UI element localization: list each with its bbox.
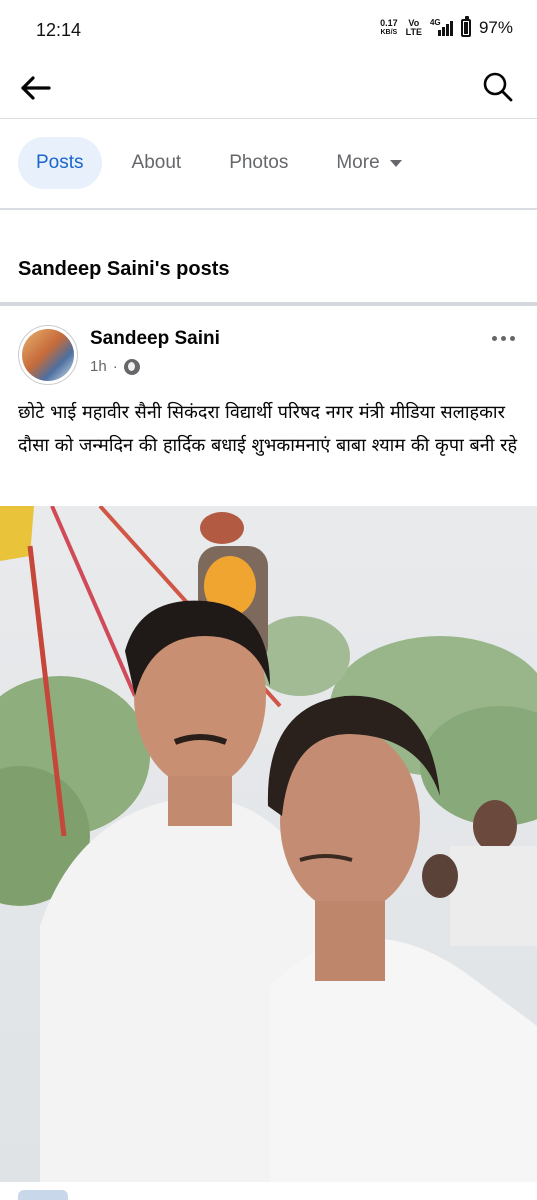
post-text: छोटे भाई महावीर सैनी सिकंदरा विद्यार्थी …: [18, 402, 518, 456]
tab-more[interactable]: More: [318, 137, 419, 189]
status-icons: 0.17 KB/S Vo LTE 4G 97%: [380, 16, 513, 38]
globe-icon: [123, 358, 140, 375]
avatar[interactable]: [18, 325, 78, 385]
profile-tabs: Posts About Photos More: [18, 137, 537, 189]
caret-down-icon: [389, 159, 402, 167]
tab-posts[interactable]: Posts: [18, 137, 102, 189]
divider: [0, 118, 537, 119]
battery-icon: [460, 16, 471, 37]
section-divider: [0, 302, 537, 306]
dot-icon: [510, 336, 515, 341]
post-time[interactable]: 1h: [90, 358, 107, 375]
status-bar: 12:14 0.17 KB/S Vo LTE 4G 97%: [0, 0, 537, 60]
post-meta: 1h ·: [90, 358, 140, 375]
section-title: Sandeep Saini's posts: [18, 258, 230, 280]
tab-photos[interactable]: Photos: [211, 137, 306, 189]
battery-percent: 97%: [478, 18, 513, 37]
signal-icon: 4G: [430, 18, 453, 36]
network-speed: 0.17 KB/S: [380, 18, 398, 37]
post-header: Sandeep Saini 1h ·: [18, 322, 537, 386]
dot-icon: [501, 336, 506, 341]
top-app-bar: [0, 60, 537, 118]
dot-icon: [492, 336, 497, 341]
arrow-left-icon: [21, 76, 51, 100]
post-author[interactable]: Sandeep Saini: [90, 328, 220, 350]
status-time: 12:14: [36, 20, 82, 40]
tab-about[interactable]: About: [114, 137, 200, 189]
meta-separator: ·: [112, 358, 118, 375]
next-post-preview: [0, 1182, 537, 1200]
photo-illustration: [0, 506, 537, 1182]
search-icon: [483, 72, 513, 102]
post-photo[interactable]: [0, 506, 537, 1182]
volte-icon: Vo LTE: [405, 18, 422, 37]
search-button[interactable]: [481, 70, 515, 104]
back-button[interactable]: [18, 70, 54, 106]
divider: [0, 208, 537, 210]
tab-more-label: More: [336, 152, 380, 173]
next-post-avatar: [18, 1190, 68, 1200]
post-options-button[interactable]: [486, 330, 521, 347]
